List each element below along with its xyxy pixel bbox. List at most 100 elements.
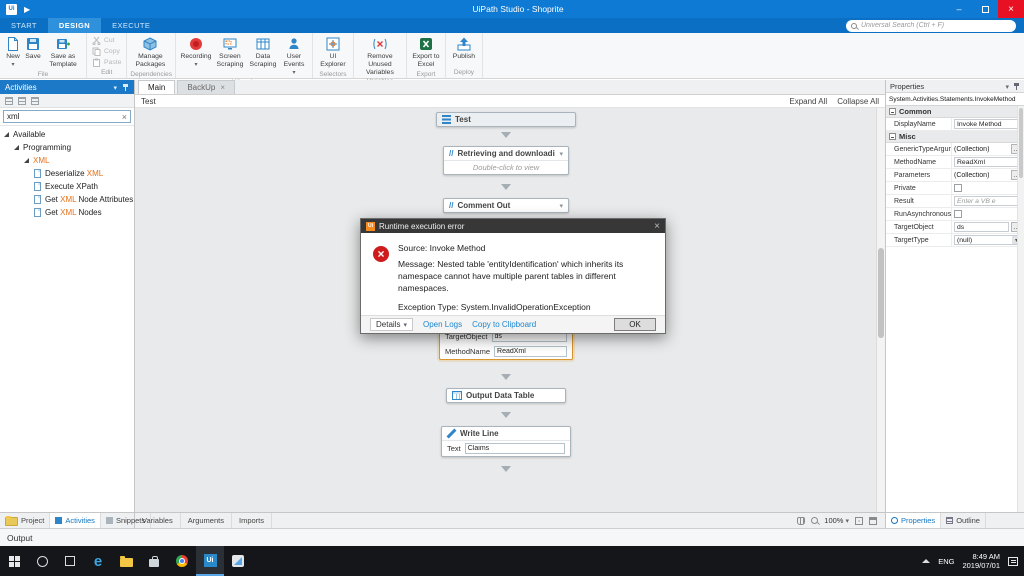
uipath-taskbar-button[interactable] — [196, 546, 224, 576]
canvas-scrollbar[interactable] — [876, 108, 885, 512]
remove-unused-variables-button[interactable]: Remove Unused Variables — [357, 35, 403, 77]
properties-scrollbar[interactable] — [1017, 106, 1024, 512]
tab-design[interactable]: DESIGN — [47, 18, 102, 33]
method-name-input[interactable] — [494, 346, 567, 357]
tab-start[interactable]: START — [0, 18, 48, 33]
activities-search-input[interactable] — [7, 112, 122, 121]
zoom-level-select[interactable]: 100% — [824, 516, 849, 525]
actual-size-icon[interactable] — [869, 516, 877, 525]
section-common[interactable]: Common — [886, 106, 1024, 118]
tree-item-get-xml-node-attributes[interactable]: Get XML Node Attributes — [0, 193, 134, 206]
new-button[interactable]: New — [3, 35, 23, 70]
activity-write-line[interactable]: Write Line Text — [441, 426, 571, 457]
panel-menu-icon[interactable] — [113, 83, 117, 92]
ok-button[interactable]: OK — [614, 317, 656, 331]
output-panel[interactable]: Output — [0, 528, 1024, 546]
activity-comment-out[interactable]: Comment Out — [443, 198, 569, 213]
copy-to-clipboard-link[interactable]: Copy to Clipboard — [472, 320, 536, 329]
action-center-icon[interactable] — [1008, 556, 1018, 566]
displayname-input[interactable] — [954, 119, 1022, 129]
view-grid-icon[interactable] — [5, 96, 13, 105]
private-checkbox[interactable] — [954, 184, 962, 192]
collapse-all-link[interactable]: Collapse All — [837, 97, 879, 106]
tab-project[interactable]: Project — [0, 513, 51, 528]
expand-arrow-icon[interactable] — [14, 145, 19, 150]
targettype-dropdown[interactable]: (null) — [954, 235, 1022, 245]
tab-execute[interactable]: EXECUTE — [101, 18, 161, 33]
fit-to-screen-icon[interactable] — [855, 516, 863, 525]
doc-tab-backup[interactable]: BackUp — [177, 80, 236, 94]
scrollbar-thumb[interactable] — [878, 248, 884, 338]
tree-item-execute-xpath[interactable]: Execute XPath — [0, 180, 134, 193]
pin-icon[interactable] — [1013, 82, 1020, 90]
maximize-button[interactable] — [972, 0, 998, 18]
pin-icon[interactable] — [122, 83, 129, 91]
variables-button[interactable]: Variables — [135, 513, 181, 528]
user-events-button[interactable]: User Events — [279, 35, 309, 78]
run-icon[interactable] — [24, 4, 30, 14]
targetobject-input[interactable] — [954, 222, 1009, 232]
tree-node-available[interactable]: Available — [0, 128, 134, 141]
cut-button[interactable]: Cut — [92, 36, 121, 45]
expand-all-link[interactable]: Expand All — [789, 97, 827, 106]
write-line-text-input[interactable] — [464, 443, 565, 454]
edge-button[interactable]: e — [84, 546, 112, 576]
task-view-button[interactable] — [56, 546, 84, 576]
collapse-box-icon[interactable] — [889, 133, 896, 140]
arguments-button[interactable]: Arguments — [181, 513, 232, 528]
clear-search-icon[interactable] — [122, 112, 127, 122]
manage-packages-button[interactable]: Manage Packages — [130, 35, 170, 70]
screen-scraping-button[interactable]: Screen Scraping — [213, 35, 247, 70]
chrome-button[interactable] — [168, 546, 196, 576]
ui-explorer-button[interactable]: UI Explorer — [316, 35, 350, 70]
taskbar-clock[interactable]: 8:49 AM 2019/07/01 — [962, 552, 1000, 571]
activity-output-data-table[interactable]: Output Data Table — [446, 388, 566, 403]
store-button[interactable] — [140, 546, 168, 576]
data-scraping-button[interactable]: Data Scraping — [247, 35, 279, 70]
sequence-node-test[interactable]: Test — [436, 112, 576, 127]
expand-arrow-icon[interactable] — [24, 158, 29, 163]
doc-tab-main[interactable]: Main — [138, 80, 176, 94]
tree-item-deserialize-xml[interactable]: Deserialize XML — [0, 167, 134, 180]
hidden-icons-caret[interactable] — [922, 559, 931, 563]
taskbar-search-button[interactable] — [28, 546, 56, 576]
breadcrumb-root[interactable]: Test — [141, 97, 156, 106]
recording-button[interactable]: Recording — [179, 35, 213, 70]
minimize-button[interactable] — [946, 0, 972, 18]
activity-retrieving[interactable]: Retrieving and downloadin Double-click t… — [443, 146, 569, 175]
save-as-template-button[interactable]: Save as Template — [43, 35, 83, 70]
collapse-box-icon[interactable] — [889, 108, 896, 115]
scrollbar-thumb[interactable] — [1019, 108, 1023, 178]
collapse-chevron-icon[interactable] — [559, 149, 563, 158]
app-button[interactable] — [224, 546, 252, 576]
paste-button[interactable]: Paste — [92, 58, 121, 67]
expand-arrow-icon[interactable] — [4, 132, 9, 137]
universal-search-input[interactable] — [861, 22, 1011, 29]
tree-item-get-xml-nodes[interactable]: Get XML Nodes — [0, 206, 134, 219]
close-button[interactable] — [998, 0, 1024, 18]
tab-activities[interactable]: Activities — [50, 513, 101, 528]
dialog-titlebar[interactable]: Runtime execution error — [361, 219, 665, 234]
open-logs-link[interactable]: Open Logs — [423, 320, 462, 329]
tab-properties[interactable]: Properties — [886, 513, 942, 528]
panel-menu-icon[interactable] — [1005, 82, 1009, 91]
close-tab-icon[interactable] — [220, 83, 225, 92]
tree-node-xml[interactable]: XML — [0, 154, 134, 167]
zoom-icon[interactable] — [811, 517, 819, 524]
runasynchronously-checkbox[interactable] — [954, 210, 962, 218]
save-button[interactable]: Save — [23, 35, 43, 62]
view-list-icon[interactable] — [18, 96, 26, 105]
universal-search[interactable] — [846, 19, 1016, 32]
publish-button[interactable]: Publish — [449, 35, 479, 62]
details-button[interactable]: Details — [370, 317, 413, 331]
view-options-icon[interactable] — [31, 96, 39, 105]
copy-button[interactable]: Copy — [92, 47, 121, 56]
export-to-excel-button[interactable]: Export to Excel — [410, 35, 442, 70]
file-explorer-button[interactable] — [112, 546, 140, 576]
section-misc[interactable]: Misc — [886, 131, 1024, 143]
result-input[interactable] — [954, 196, 1022, 206]
language-indicator[interactable]: ENG — [938, 557, 954, 566]
start-button[interactable] — [0, 546, 28, 576]
imports-button[interactable]: Imports — [232, 513, 273, 528]
collapse-chevron-icon[interactable] — [559, 201, 563, 210]
